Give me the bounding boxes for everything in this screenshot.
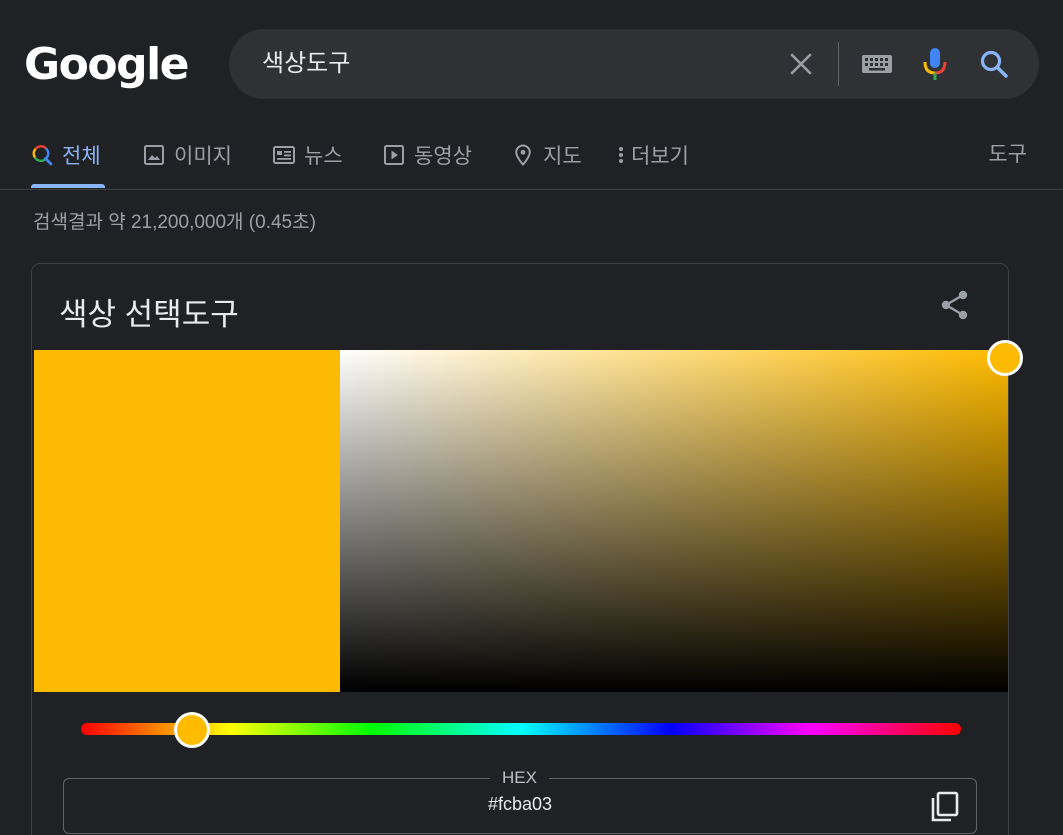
tools-button[interactable]: 도구 <box>988 140 1027 170</box>
tab-news[interactable]: 뉴스 <box>273 140 343 170</box>
clear-icon[interactable] <box>788 51 814 77</box>
keyboard-icon[interactable] <box>861 53 893 75</box>
saturation-brightness-field[interactable] <box>340 350 1008 692</box>
news-icon <box>273 146 295 164</box>
tab-label: 뉴스 <box>304 145 343 168</box>
color-picker-card: 색상 선택도구 HEX #fcba03 <box>31 263 1023 835</box>
result-stats: 검색결과 약 21,200,000개 (0.45초) <box>33 212 316 233</box>
card-title: 색상 선택도구 <box>59 297 239 332</box>
search-bar[interactable]: 색상도구 <box>229 29 1039 99</box>
tab-more[interactable]: 더보기 <box>617 140 689 170</box>
tab-label: 전체 <box>62 145 101 168</box>
share-icon[interactable] <box>939 289 971 321</box>
image-icon <box>144 145 164 165</box>
tab-all[interactable]: 전체 <box>31 140 101 170</box>
sv-black-gradient <box>340 350 1008 692</box>
hex-label: HEX <box>490 768 549 788</box>
active-tab-indicator <box>31 184 105 188</box>
saturation-brightness-handle[interactable] <box>987 340 1023 376</box>
searchbar-divider <box>838 42 839 86</box>
hue-slider[interactable] <box>81 723 961 735</box>
hex-field[interactable]: HEX #fcba03 <box>63 768 977 834</box>
more-vert-icon <box>619 147 623 163</box>
tab-label: 더보기 <box>631 145 689 168</box>
tab-label: 이미지 <box>174 145 232 168</box>
play-icon <box>384 145 404 165</box>
tab-maps[interactable]: 지도 <box>512 140 582 170</box>
tab-images[interactable]: 이미지 <box>143 140 232 170</box>
mic-icon[interactable] <box>922 47 948 81</box>
search-icon[interactable] <box>979 49 1009 79</box>
copy-icon[interactable] <box>930 791 960 823</box>
search-tabs: 전체 이미지 뉴스 동영상 지도 더보기 도구 <box>0 120 1063 190</box>
map-pin-icon <box>515 144 531 166</box>
hue-slider-handle[interactable] <box>174 712 210 748</box>
tab-label: 지도 <box>543 145 582 168</box>
hex-value[interactable]: #fcba03 <box>64 794 976 815</box>
google-logo[interactable]: Google <box>24 40 190 90</box>
search-input[interactable]: 색상도구 <box>262 29 350 99</box>
search-icon <box>32 145 53 166</box>
tab-videos[interactable]: 동영상 <box>383 140 472 170</box>
tab-label: 동영상 <box>414 145 472 168</box>
selected-color-swatch <box>34 350 340 692</box>
